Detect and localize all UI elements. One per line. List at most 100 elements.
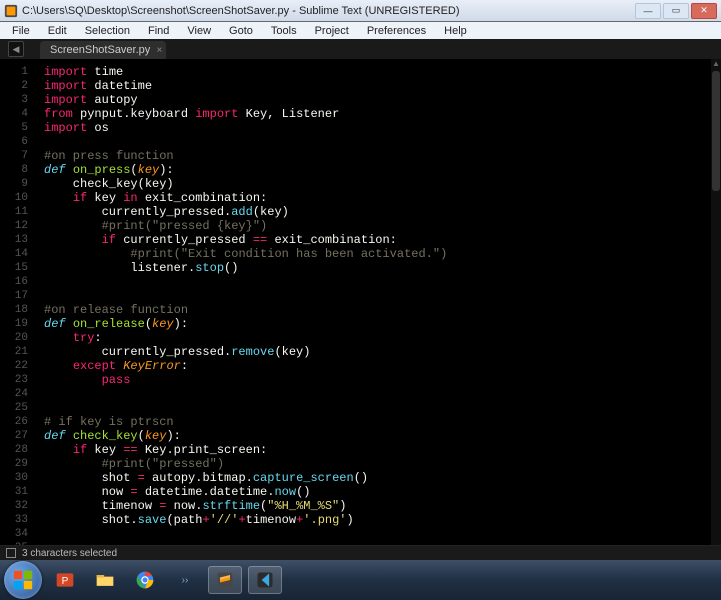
- windows-taskbar: P ››: [0, 560, 721, 600]
- line-number: 17: [0, 289, 34, 303]
- taskbar-powerpoint[interactable]: P: [48, 566, 82, 594]
- menu-help[interactable]: Help: [436, 24, 475, 38]
- taskbar-chrome[interactable]: [128, 566, 162, 594]
- tab-label: ScreenShotSaver.py: [50, 44, 150, 56]
- minimize-button[interactable]: —: [635, 3, 661, 19]
- line-number: 20: [0, 331, 34, 345]
- line-number: 28: [0, 443, 34, 457]
- line-number: 27: [0, 429, 34, 443]
- menu-view[interactable]: View: [179, 24, 219, 38]
- start-button[interactable]: [4, 561, 42, 599]
- code-line[interactable]: timenow = now.strftime("%H_%M_%S"): [44, 499, 705, 513]
- status-indicator-icon: [6, 548, 16, 558]
- menu-project[interactable]: Project: [307, 24, 357, 38]
- code-line[interactable]: if key == Key.print_screen:: [44, 443, 705, 457]
- code-line[interactable]: [44, 387, 705, 401]
- vertical-scrollbar[interactable]: ▲ ▼: [711, 59, 721, 560]
- scroll-up-icon[interactable]: ▲: [711, 59, 721, 69]
- code-line[interactable]: [44, 401, 705, 415]
- code-line[interactable]: import os: [44, 121, 705, 135]
- code-line[interactable]: #print("pressed {key}"): [44, 219, 705, 233]
- taskbar-explorer[interactable]: [88, 566, 122, 594]
- tab-history-back-icon[interactable]: ◀: [8, 41, 24, 57]
- code-line[interactable]: currently_pressed.remove(key): [44, 345, 705, 359]
- line-number: 26: [0, 415, 34, 429]
- line-number: 2: [0, 79, 34, 93]
- line-number: 30: [0, 471, 34, 485]
- line-number: 10: [0, 191, 34, 205]
- line-number: 23: [0, 373, 34, 387]
- code-line[interactable]: except KeyError:: [44, 359, 705, 373]
- line-number: 31: [0, 485, 34, 499]
- code-line[interactable]: #on release function: [44, 303, 705, 317]
- code-line[interactable]: check_key(key): [44, 177, 705, 191]
- code-line[interactable]: #on press function: [44, 149, 705, 163]
- line-number: 12: [0, 219, 34, 233]
- code-line[interactable]: [44, 289, 705, 303]
- tab-file[interactable]: ScreenShotSaver.py ×: [40, 41, 166, 59]
- taskbar-sublime-text[interactable]: [208, 566, 242, 594]
- window-titlebar: C:\Users\SQ\Desktop\Screenshot\ScreenSho…: [0, 0, 721, 22]
- line-number: 21: [0, 345, 34, 359]
- line-number: 19: [0, 317, 34, 331]
- code-line[interactable]: import autopy: [44, 93, 705, 107]
- code-line[interactable]: #print("pressed"): [44, 457, 705, 471]
- line-number: 5: [0, 121, 34, 135]
- line-number: 15: [0, 261, 34, 275]
- code-line[interactable]: try:: [44, 331, 705, 345]
- line-number-gutter: 1234567891011121314151617181920212223242…: [0, 65, 34, 560]
- code-line[interactable]: import datetime: [44, 79, 705, 93]
- selection-status: 3 characters selected: [22, 548, 117, 559]
- line-number: 1: [0, 65, 34, 79]
- line-number: 3: [0, 93, 34, 107]
- editor-statusbar: 3 characters selected: [0, 545, 721, 560]
- code-line[interactable]: import time: [44, 65, 705, 79]
- menu-file[interactable]: File: [4, 24, 38, 38]
- code-lines[interactable]: import timeimport datetimeimport autopyf…: [44, 65, 705, 560]
- code-line[interactable]: from pynput.keyboard import Key, Listene…: [44, 107, 705, 121]
- tab-close-icon[interactable]: ×: [156, 45, 162, 56]
- maximize-button[interactable]: ▭: [663, 3, 689, 19]
- code-line[interactable]: [44, 527, 705, 541]
- line-number: 8: [0, 163, 34, 177]
- code-line[interactable]: listener.stop(): [44, 261, 705, 275]
- code-line[interactable]: [44, 135, 705, 149]
- code-line[interactable]: now = datetime.datetime.now(): [44, 485, 705, 499]
- code-line[interactable]: #print("Exit condition has been activate…: [44, 247, 705, 261]
- line-number: 4: [0, 107, 34, 121]
- menu-find[interactable]: Find: [140, 24, 177, 38]
- code-line[interactable]: currently_pressed.add(key): [44, 205, 705, 219]
- code-editor[interactable]: 1234567891011121314151617181920212223242…: [0, 59, 711, 560]
- line-number: 32: [0, 499, 34, 513]
- code-line[interactable]: shot.save(path+'//'+timenow+'.png'): [44, 513, 705, 527]
- line-number: 13: [0, 233, 34, 247]
- code-line[interactable]: def on_press(key):: [44, 163, 705, 177]
- menu-edit[interactable]: Edit: [40, 24, 75, 38]
- code-line[interactable]: [44, 275, 705, 289]
- code-line[interactable]: pass: [44, 373, 705, 387]
- code-line[interactable]: def check_key(key):: [44, 429, 705, 443]
- editor-area: ◀ ScreenShotSaver.py × 12345678910111213…: [0, 39, 721, 560]
- code-line[interactable]: def on_release(key):: [44, 317, 705, 331]
- code-line[interactable]: if currently_pressed == exit_combination…: [44, 233, 705, 247]
- line-number: 7: [0, 149, 34, 163]
- line-number: 18: [0, 303, 34, 317]
- taskbar-running-separator: ››: [168, 566, 202, 594]
- line-number: 34: [0, 527, 34, 541]
- menu-selection[interactable]: Selection: [77, 24, 138, 38]
- code-line[interactable]: if key in exit_combination:: [44, 191, 705, 205]
- windows-logo-icon: [12, 569, 34, 591]
- window-title: C:\Users\SQ\Desktop\Screenshot\ScreenSho…: [22, 5, 460, 17]
- code-line[interactable]: shot = autopy.bitmap.capture_screen(): [44, 471, 705, 485]
- code-line[interactable]: # if key is ptrscn: [44, 415, 705, 429]
- scroll-thumb[interactable]: [712, 71, 720, 191]
- taskbar-vscode[interactable]: [248, 566, 282, 594]
- window-close-button[interactable]: ✕: [691, 3, 717, 19]
- menu-preferences[interactable]: Preferences: [359, 24, 434, 38]
- line-number: 24: [0, 387, 34, 401]
- menu-goto[interactable]: Goto: [221, 24, 261, 38]
- tab-bar: ◀ ScreenShotSaver.py ×: [0, 39, 721, 59]
- menu-tools[interactable]: Tools: [263, 24, 305, 38]
- line-number: 29: [0, 457, 34, 471]
- line-number: 33: [0, 513, 34, 527]
